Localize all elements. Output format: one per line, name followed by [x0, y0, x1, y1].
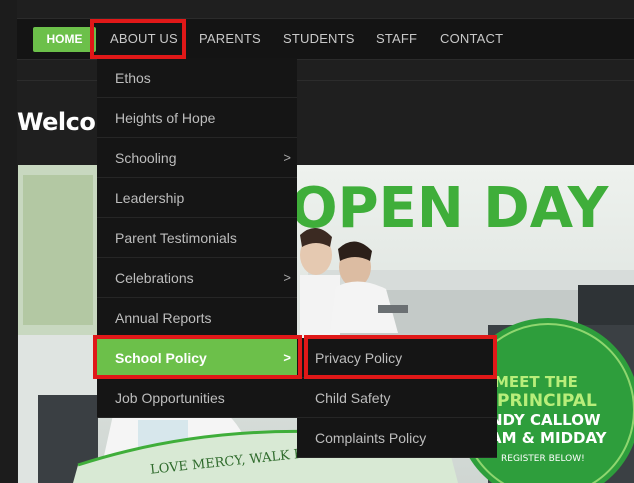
nav-home[interactable]: HOME	[33, 27, 96, 52]
nav-staff[interactable]: STAFF	[376, 19, 417, 59]
dropdown-item-celebrations[interactable]: Celebrations >	[97, 258, 297, 298]
dropdown-item-annual-reports[interactable]: Annual Reports	[97, 298, 297, 338]
dropdown-item-ethos[interactable]: Ethos	[97, 58, 297, 98]
dropdown-item-job-opportunities[interactable]: Job Opportunities	[97, 378, 297, 418]
badge-line-1: MEET THE	[494, 373, 578, 391]
badge-line-3: NDY CALLOW	[490, 411, 601, 429]
chevron-right-icon: >	[283, 270, 291, 285]
badge-line-2: PRINCIPAL	[497, 391, 597, 411]
banner-headline: OPEN DAY	[290, 176, 610, 241]
dropdown-item-parent-testimonials[interactable]: Parent Testimonials	[97, 218, 297, 258]
about-us-dropdown: Ethos Heights of Hope Schooling > Leaders…	[97, 58, 297, 418]
dropdown-item-leadership[interactable]: Leadership	[97, 178, 297, 218]
main-nav: HOME ABOUT US PARENTS STUDENTS STAFF CON…	[17, 18, 634, 60]
dropdown-item-school-policy[interactable]: School Policy >	[97, 338, 297, 378]
dropdown-item-schooling[interactable]: Schooling >	[97, 138, 297, 178]
submenu-item-complaints-policy[interactable]: Complaints Policy	[297, 418, 497, 458]
school-policy-submenu: Privacy Policy Child Safety Complaints P…	[297, 338, 497, 458]
chevron-right-icon: >	[283, 350, 291, 365]
left-gutter	[0, 0, 17, 483]
badge-line-4: AM & MIDDAY	[490, 429, 608, 447]
nav-about-us[interactable]: ABOUT US	[110, 19, 178, 59]
submenu-item-child-safety[interactable]: Child Safety	[297, 378, 497, 418]
badge-line-5: REGISTER BELOW!	[501, 454, 585, 464]
dropdown-item-heights-of-hope[interactable]: Heights of Hope	[97, 98, 297, 138]
page-title: Welco	[17, 108, 96, 136]
submenu-item-privacy-policy[interactable]: Privacy Policy	[297, 338, 497, 378]
nav-students[interactable]: STUDENTS	[283, 19, 355, 59]
nav-parents[interactable]: PARENTS	[199, 19, 261, 59]
nav-contact[interactable]: CONTACT	[440, 19, 503, 59]
chevron-right-icon: >	[283, 150, 291, 165]
